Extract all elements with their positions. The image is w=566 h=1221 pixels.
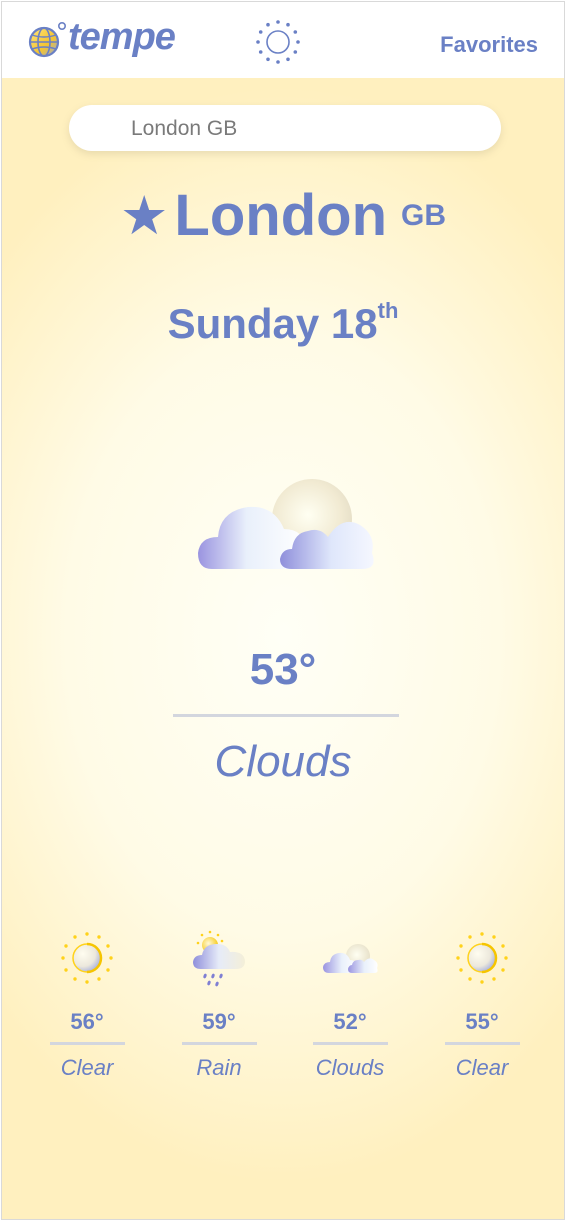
favorite-star-icon[interactable]: ★ [120,186,168,246]
date-ordinal-suffix: th [377,298,399,323]
forecast-temperature: 56° [70,1009,104,1034]
globe-logo-icon [28,21,66,58]
clouds-icon [198,479,374,569]
forecast-temperature: 52° [333,1009,367,1034]
forecast-item[interactable]: 59° Rain [174,927,264,1081]
app-frame: tempe Favorites ★London GB [1,1,565,1220]
forecast-condition: Clouds [315,1055,385,1080]
favorites-link[interactable]: Favorites [440,32,538,58]
city-name: London [174,183,387,248]
forecast-item[interactable]: 52° Clouds [305,927,395,1081]
sun-outline-icon[interactable] [254,18,302,66]
date-heading: Sunday 18th [2,298,564,348]
forecast-divider [444,1042,520,1045]
app-header: tempe Favorites [2,2,564,78]
forecast-item[interactable]: 56° Clear [42,927,132,1081]
search-input[interactable] [129,105,493,153]
sun-icon [61,932,113,984]
current-temperature: 53° [249,645,317,694]
location-heading: ★ London GB [2,182,564,249]
forecast-divider [181,1042,257,1045]
country-code: GB [401,198,446,232]
forecast-divider [312,1042,388,1045]
forecast-temperature: 55° [465,1009,499,1034]
current-condition: Clouds [214,737,352,786]
rain-icon [193,930,245,987]
forecast-divider [49,1042,125,1045]
date-day: Sunday 18 [167,300,378,347]
clouds-icon [323,944,378,973]
search-bar[interactable] [69,105,501,153]
app-logo-text: tempe [68,16,176,58]
forecast-condition: Clear [455,1055,509,1080]
main-divider [173,714,399,717]
forecast-condition: Rain [196,1055,242,1080]
forecast-item[interactable]: 55° Clear [437,927,527,1081]
forecast-temperature: 59° [202,1009,236,1034]
sun-icon [456,932,508,984]
forecast-condition: Clear [60,1055,114,1080]
